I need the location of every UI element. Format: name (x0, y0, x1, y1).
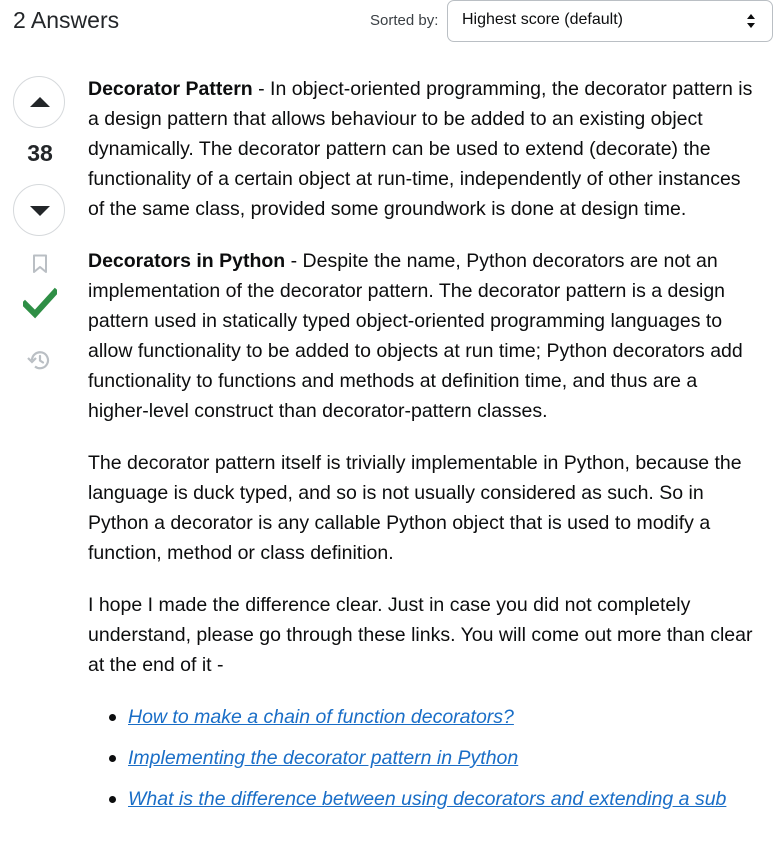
link-implementing-pattern[interactable]: Implementing the decorator pattern in Py… (128, 747, 518, 769)
link-chain-decorators[interactable]: How to make a chain of function decorato… (128, 706, 514, 728)
links-list: How to make a chain of function decorato… (88, 702, 760, 814)
paragraph-text: - Despite the name, Python decorators ar… (88, 250, 743, 422)
list-item: What is the difference between using dec… (109, 784, 760, 814)
downvote-button[interactable] (13, 184, 65, 236)
list-item: Implementing the decorator pattern in Py… (109, 743, 760, 773)
link-difference-decorators[interactable]: What is the difference between using dec… (128, 788, 726, 810)
paragraph-decorator-pattern: Decorator Pattern - In object-oriented p… (88, 74, 760, 224)
term-decorator-pattern: Decorator Pattern (88, 78, 253, 100)
sort-label: Sorted by: (370, 12, 439, 29)
bookmark-icon[interactable] (32, 254, 48, 274)
downvote-arrow-icon (30, 206, 50, 216)
checkmark-icon (23, 287, 57, 319)
list-item: How to make a chain of function decorato… (109, 702, 760, 732)
vote-count: 38 (27, 140, 53, 166)
history-icon[interactable] (26, 348, 52, 372)
term-decorators-in-python: Decorators in Python (88, 250, 286, 272)
paragraph-decorators-in-python: Decorators in Python - Despite the name,… (88, 246, 760, 426)
sort-select-value: Highest score (default) (462, 11, 623, 28)
upvote-button[interactable] (13, 76, 65, 128)
answers-header: 2 Answers Sorted by: Highest score (defa… (0, 0, 780, 44)
upvote-arrow-icon (30, 97, 50, 107)
answer-body: Decorator Pattern - In object-oriented p… (88, 74, 760, 825)
paragraph-links-intro: I hope I made the difference clear. Just… (88, 594, 753, 676)
answers-count: 2 Answers (13, 7, 120, 33)
paragraph-duck-typing: The decorator pattern itself is triviall… (88, 452, 742, 564)
select-arrows-icon (747, 14, 755, 28)
sort-select[interactable]: Highest score (default) (447, 0, 773, 42)
